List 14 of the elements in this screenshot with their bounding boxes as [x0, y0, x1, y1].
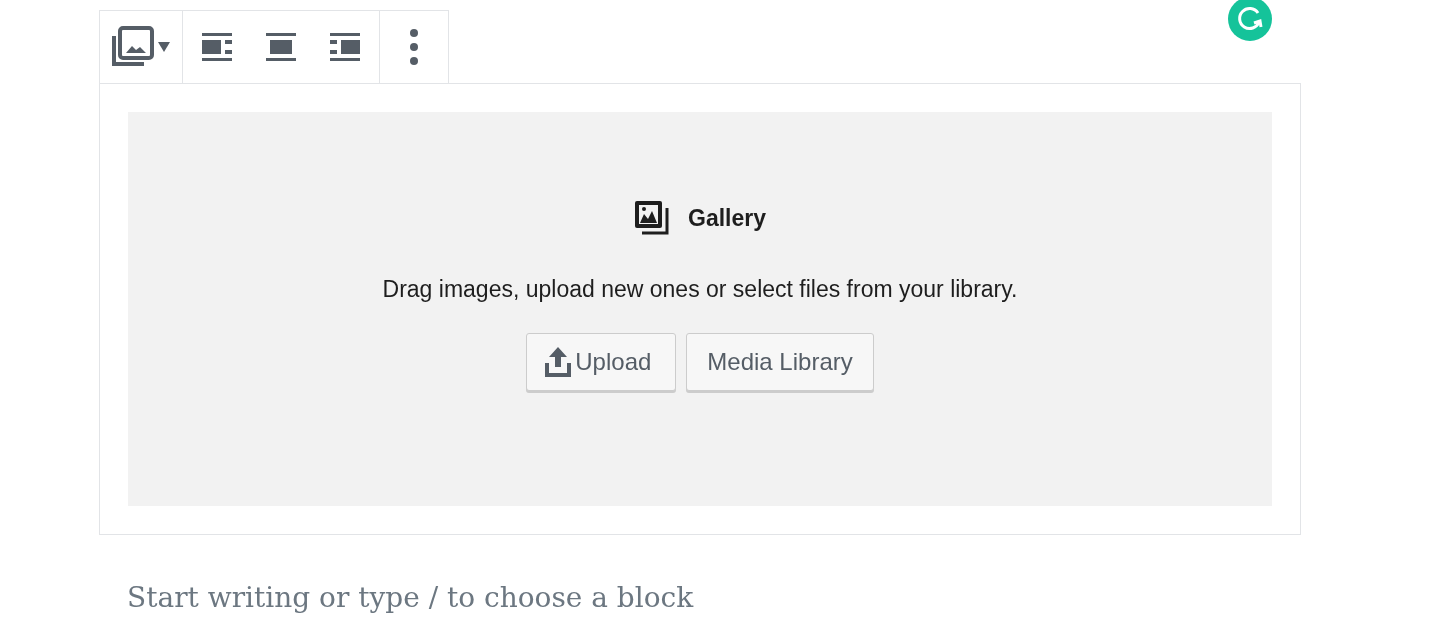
library-button[interactable]: Media Library: [686, 333, 874, 391]
more-icon: [409, 28, 419, 66]
align-center-icon: [266, 33, 296, 61]
block-type-button[interactable]: [112, 25, 170, 69]
upload-icon: [545, 347, 572, 377]
upload-button[interactable]: Upload: [526, 333, 677, 391]
align-right-icon: [330, 33, 360, 61]
gallery-icon: [634, 200, 670, 236]
text-input[interactable]: Start writing or type / to choose a block: [127, 581, 1440, 614]
block-title: Gallery: [688, 204, 766, 232]
caret-icon: [158, 42, 170, 52]
instructions: Drag images, upload new ones or select files from your library.: [382, 276, 1018, 303]
align-left-icon: [202, 33, 232, 61]
gallery-icon: [112, 26, 154, 68]
